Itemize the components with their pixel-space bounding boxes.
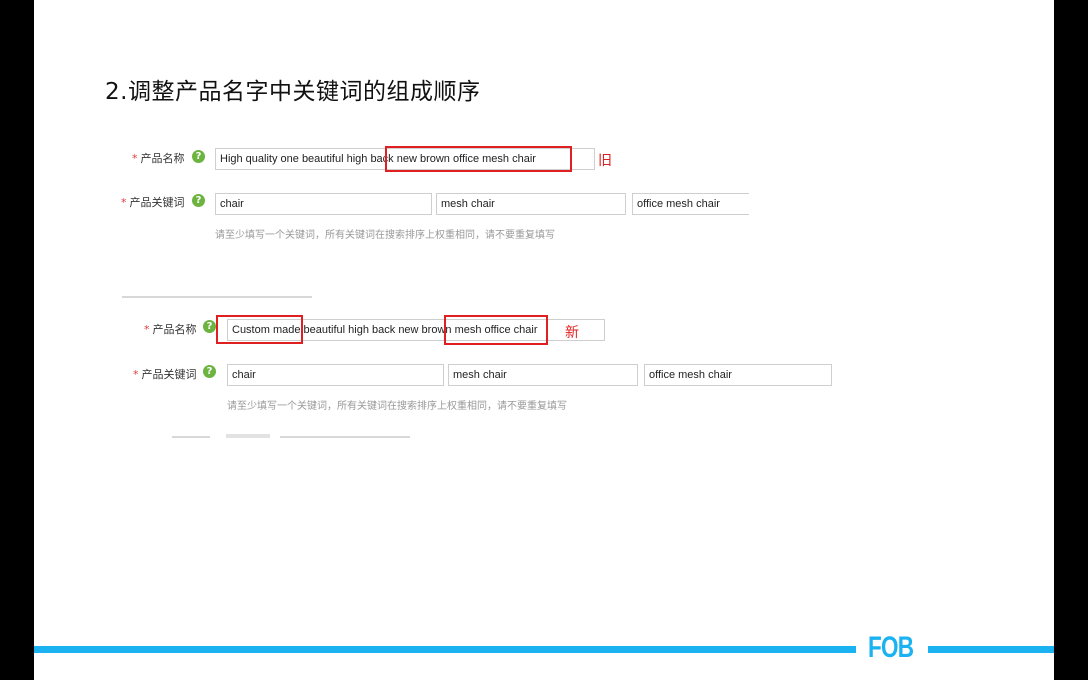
footer-bar-left (34, 646, 856, 653)
old-tag: 旧 (598, 153, 612, 169)
new-name-label: * 产品名称 (144, 321, 197, 337)
old-highlight-box (385, 146, 572, 172)
old-name-label-text: 产品名称 (140, 152, 185, 165)
new-highlight-box-start (216, 315, 303, 344)
old-keywords-hint: 请至少填写一个关键词，所有关键词在搜索排序上权重相同，请不要重复填写 (215, 230, 555, 241)
old-keywords-label: * 产品关键词 (121, 194, 185, 210)
required-mark: * (133, 368, 139, 381)
fob-logo: FOB (868, 631, 914, 664)
new-keywords-hint: 请至少填写一个关键词，所有关键词在搜索排序上权重相同，请不要重复填写 (227, 401, 567, 412)
help-icon[interactable]: ? (192, 150, 205, 163)
required-mark: * (121, 196, 127, 209)
new-tag: 新 (565, 325, 579, 341)
cropped-label-fragment (172, 436, 210, 438)
slide-title: 2.调整产品名字中关键词的组成顺序 (105, 79, 481, 105)
required-mark: * (132, 152, 138, 165)
old-keyword-input-3[interactable]: office mesh chair (632, 193, 749, 215)
new-name-label-text: 产品名称 (152, 323, 197, 336)
cropped-text-line (122, 296, 312, 298)
old-keyword-input-1[interactable]: chair (215, 193, 432, 215)
help-icon[interactable]: ? (203, 320, 216, 333)
footer-bar-right (928, 646, 1054, 653)
help-icon[interactable]: ? (203, 365, 216, 378)
new-keyword-input-1[interactable]: chair (227, 364, 444, 386)
new-keywords-label: * 产品关键词 (133, 366, 197, 382)
old-name-label: * 产品名称 (132, 150, 185, 166)
cropped-field-fragment (226, 434, 270, 438)
new-keywords-label-text: 产品关键词 (141, 368, 197, 381)
help-icon[interactable]: ? (192, 194, 205, 207)
cropped-text-fragment (280, 436, 410, 438)
slide: 2.调整产品名字中关键词的组成顺序 * 产品名称 ? High quality o… (34, 0, 1054, 680)
old-keywords-label-text: 产品关键词 (129, 196, 185, 209)
new-keyword-input-2[interactable]: mesh chair (448, 364, 638, 386)
new-highlight-box-end (444, 315, 548, 345)
new-keyword-input-3[interactable]: office mesh chair (644, 364, 832, 386)
required-mark: * (144, 323, 150, 336)
old-keyword-input-2[interactable]: mesh chair (436, 193, 626, 215)
